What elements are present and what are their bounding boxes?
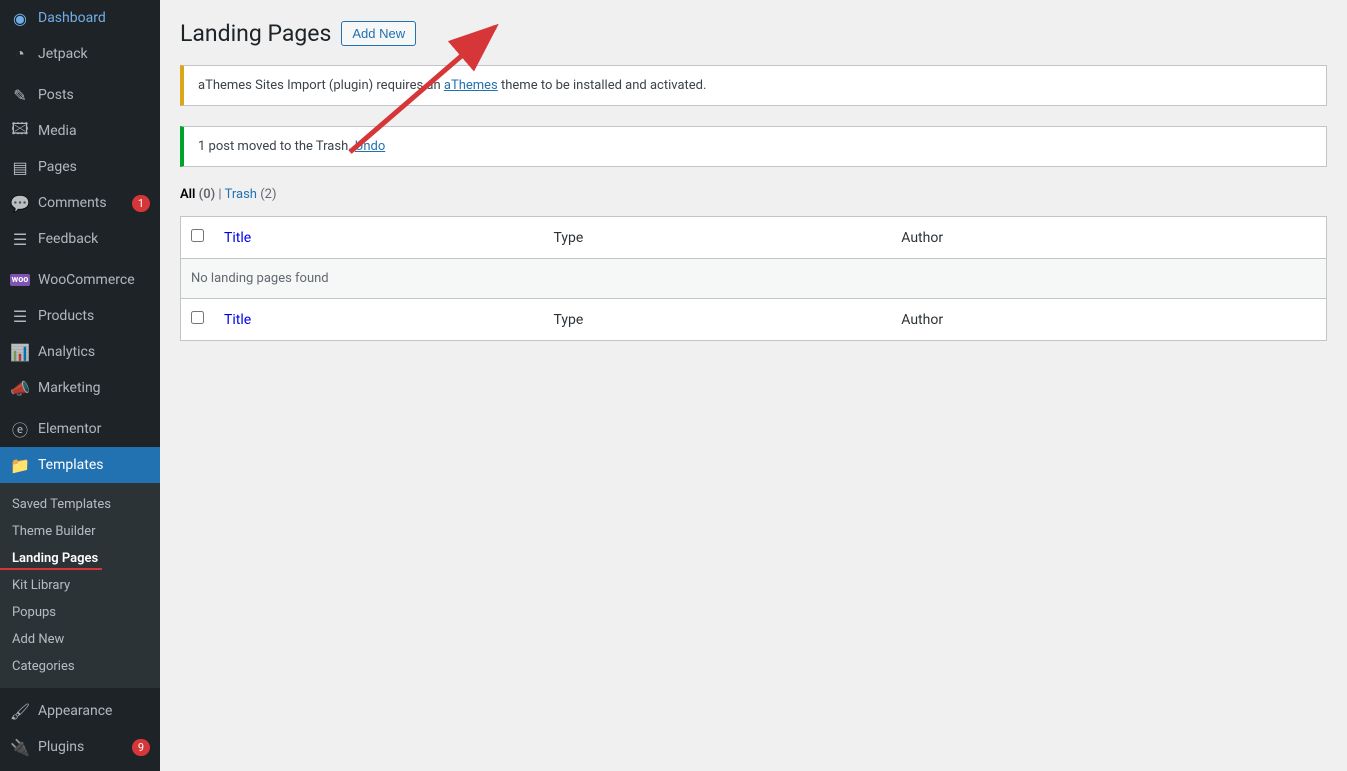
sidebar-item-plugins[interactable]: 🔌 Plugins 9 [0, 729, 160, 765]
page-title: Landing Pages [180, 20, 331, 47]
sidebar-item-elementor[interactable]: ⓔ Elementor [0, 411, 160, 447]
feedback-icon: ☰ [10, 229, 30, 249]
sidebar-item-feedback[interactable]: ☰ Feedback [0, 221, 160, 257]
column-author: Author [891, 217, 1326, 259]
analytics-icon: 📊 [10, 342, 30, 362]
submenu-item-theme-builder[interactable]: Theme Builder [0, 518, 160, 545]
sidebar-item-posts[interactable]: ✎ Posts [0, 77, 160, 113]
sidebar-item-comments[interactable]: 💬 Comments 1 [0, 185, 160, 221]
plugins-icon: 🔌 [10, 737, 30, 757]
column-author-foot: Author [891, 299, 1326, 341]
sidebar-item-media[interactable]: 🖾 Media [0, 113, 160, 149]
posts-icon: ✎ [10, 85, 30, 105]
sidebar-item-label: Jetpack [38, 46, 150, 62]
sidebar-item-label: Elementor [38, 421, 150, 437]
submenu-item-add-new[interactable]: Add New [0, 626, 160, 653]
status-filters: All (0) | Trash (2) [180, 187, 1327, 202]
sidebar-item-label: Comments [38, 195, 124, 211]
column-title-foot[interactable]: Title [214, 299, 544, 341]
sidebar-item-analytics[interactable]: 📊 Analytics [0, 334, 160, 370]
sidebar-badge: 1 [132, 195, 150, 212]
appearance-icon: 🖌 [10, 701, 30, 721]
sidebar-item-products[interactable]: ☰ Products [0, 298, 160, 334]
sidebar-item-appearance[interactable]: 🖌 Appearance [0, 693, 160, 729]
submenu-item-saved-templates[interactable]: Saved Templates [0, 491, 160, 518]
sidebar-item-templates[interactable]: 📁 Templates [0, 447, 160, 483]
jetpack-icon: ◔ [10, 44, 30, 64]
table-empty-row: No landing pages found [181, 259, 1327, 299]
sidebar-item-dashboard[interactable]: ◉ Dashboard [0, 0, 160, 36]
products-icon: ☰ [10, 306, 30, 326]
column-title[interactable]: Title [214, 217, 544, 259]
select-all-checkbox-bottom[interactable] [191, 311, 204, 324]
table-empty-message: No landing pages found [181, 259, 1327, 299]
sidebar-item-label: Products [38, 308, 150, 324]
sidebar-item-label: Posts [38, 87, 150, 103]
notice-warning-link[interactable]: aThemes [444, 78, 498, 93]
sidebar-item-label: Marketing [38, 380, 150, 396]
notice-warning: aThemes Sites Import (plugin) requires a… [180, 65, 1327, 106]
sidebar-item-label: Templates [38, 457, 150, 473]
notice-success: 1 post moved to the Trash. Undo [180, 126, 1327, 167]
admin-sidebar: ◉ Dashboard ◔ Jetpack ✎ Posts 🖾 Media ▤ Pages 💬 Co… [0, 0, 160, 771]
filter-trash[interactable]: Trash (2) [225, 187, 277, 202]
pages-icon: ▤ [10, 157, 30, 177]
sidebar-item-label: Dashboard [38, 10, 150, 26]
notice-warning-text-pre: aThemes Sites Import (plugin) requires a… [198, 78, 444, 93]
notice-success-link[interactable]: Undo [355, 139, 385, 154]
sidebar-badge: 9 [132, 739, 150, 756]
media-icon: 🖾 [10, 121, 30, 141]
add-new-button[interactable]: Add New [341, 21, 416, 46]
sidebar-item-label: Pages [38, 159, 150, 175]
dashboard-icon: ◉ [10, 8, 30, 28]
sidebar-item-label: Media [38, 123, 150, 139]
sidebar-item-jetpack[interactable]: ◔ Jetpack [0, 36, 160, 72]
sidebar-item-label: Appearance [38, 703, 150, 719]
sidebar-item-label: Plugins [38, 739, 124, 755]
sidebar-item-label: Analytics [38, 344, 150, 360]
submenu-item-kit-library[interactable]: Kit Library [0, 572, 160, 599]
sidebar-item-label: Feedback [38, 231, 150, 247]
sidebar-item-label: WooCommerce [38, 272, 150, 288]
landing-pages-table: Title Type Author No landing pages found… [180, 216, 1327, 341]
sidebar-item-marketing[interactable]: 📣 Marketing [0, 370, 160, 406]
content-area: Landing Pages Add New aThemes Sites Impo… [160, 0, 1347, 771]
submenu-item-categories[interactable]: Categories [0, 653, 160, 680]
filter-all[interactable]: All (0) [180, 187, 215, 202]
submenu-item-landing-pages[interactable]: Landing Pages [0, 545, 160, 572]
templates-submenu: Saved TemplatesTheme BuilderLanding Page… [0, 483, 160, 688]
elementor-icon: ⓔ [10, 419, 30, 439]
sidebar-item-woocommerce[interactable]: woo WooCommerce [0, 262, 160, 298]
marketing-icon: 📣 [10, 378, 30, 398]
notice-success-text: 1 post moved to the Trash. [198, 139, 355, 154]
woocommerce-icon: woo [10, 270, 30, 290]
comments-icon: 💬 [10, 193, 30, 213]
templates-icon: 📁 [10, 455, 30, 475]
select-all-checkbox-top[interactable] [191, 229, 204, 242]
notice-warning-text-post: theme to be installed and activated. [498, 78, 707, 93]
column-type-foot: Type [544, 299, 892, 341]
sidebar-item-pages[interactable]: ▤ Pages [0, 149, 160, 185]
submenu-item-popups[interactable]: Popups [0, 599, 160, 626]
column-type: Type [544, 217, 892, 259]
